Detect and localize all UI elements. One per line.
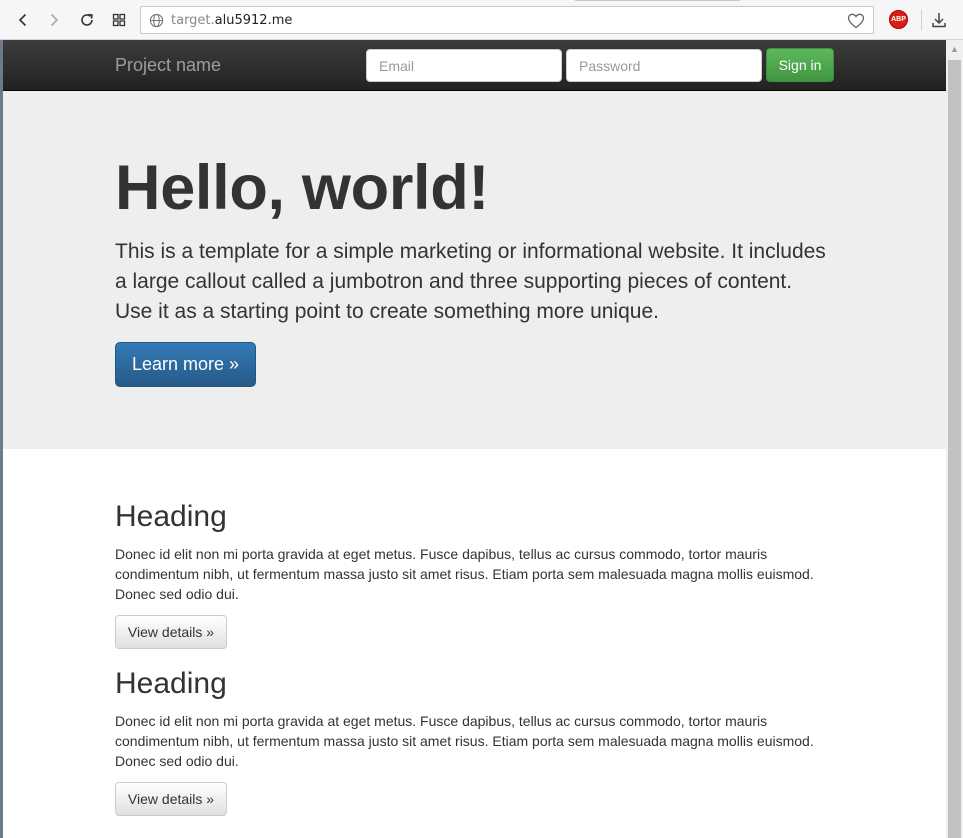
speed-dial-icon [112, 13, 126, 27]
content-section: Heading Donec id elit non mi porta gravi… [115, 502, 835, 649]
address-bar[interactable]: target.alu5912.me [140, 6, 874, 34]
url-subdomain: target. [171, 12, 215, 28]
reload-button[interactable] [76, 9, 98, 31]
password-field[interactable] [566, 49, 762, 82]
section-body: Donec id elit non mi porta gravida at eg… [115, 546, 814, 602]
adblock-icon[interactable]: ABP [889, 10, 908, 29]
scroll-up-arrow-icon[interactable]: ▲ [950, 44, 959, 54]
forward-icon [50, 13, 59, 27]
download-icon[interactable] [930, 11, 948, 29]
email-field[interactable] [366, 49, 562, 82]
scrollbar-thumb[interactable] [948, 60, 961, 838]
page-title: Hello, world! [115, 153, 490, 223]
forward-button[interactable] [43, 9, 65, 31]
navbar: Project name Sign in [3, 40, 946, 91]
toolbar-separator [921, 10, 922, 30]
content-section: Heading Donec id elit non mi porta gravi… [115, 669, 835, 816]
section-heading: Heading [115, 667, 227, 700]
learn-more-button[interactable]: Learn more » [115, 342, 256, 387]
section-body: Donec id elit non mi porta gravida at eg… [115, 713, 814, 769]
browser-toolbar: target.alu5912.me ABP [0, 0, 963, 40]
view-details-button[interactable]: View details » [115, 615, 227, 649]
vertical-scrollbar[interactable]: ▲ [946, 40, 963, 838]
active-tab-edge [575, 0, 740, 1]
heart-icon[interactable] [847, 12, 865, 30]
url-domain: alu5912.me [214, 12, 293, 28]
section-heading: Heading [115, 500, 227, 533]
url-text: target.alu5912.me [171, 13, 292, 28]
jumbotron-text: This is a template for a simple marketin… [115, 240, 826, 323]
speed-dial-button[interactable] [108, 9, 130, 31]
globe-icon [141, 13, 171, 28]
web-page: Project name Sign in Hello, world! This … [3, 40, 946, 838]
jumbotron: Hello, world! This is a template for a s… [3, 91, 946, 449]
reload-icon [81, 13, 93, 26]
back-icon [18, 13, 27, 27]
back-button[interactable] [12, 9, 34, 31]
brand-link[interactable]: Project name [115, 55, 221, 76]
view-details-button[interactable]: View details » [115, 782, 227, 816]
sign-in-button[interactable]: Sign in [766, 48, 834, 82]
